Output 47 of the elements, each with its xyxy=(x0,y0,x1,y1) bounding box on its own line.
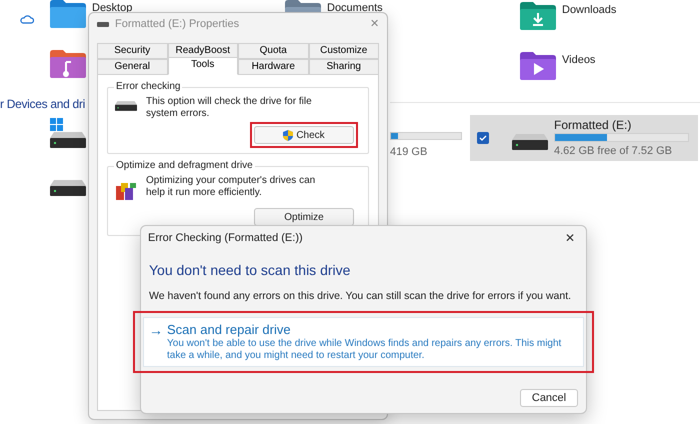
option-title: Scan and repair drive xyxy=(167,322,292,338)
folder-icon xyxy=(50,0,86,28)
cloud-icon xyxy=(20,14,34,24)
tab[interactable]: Security xyxy=(97,43,168,59)
folder-label[interactable]: Documents xyxy=(327,2,383,14)
scan-option[interactable]: → Scan and repair drive You won't be able to use the drive while Windows finds and repairs any errors. This might take a while, and you might need to restart your computer. xyxy=(143,316,584,367)
window-title: Formatted (E:) Properties xyxy=(115,16,240,32)
drive-icon xyxy=(50,132,86,148)
drive-icon xyxy=(97,22,109,26)
folder-label[interactable]: Desktop xyxy=(92,2,132,14)
section-heading: r Devices and dri xyxy=(0,96,85,113)
arrow-glyph: → xyxy=(149,322,163,340)
drive-name: Formatted (E:) xyxy=(554,118,632,132)
group-description: Optimizing your computer's drives can help it run more efficiently. xyxy=(146,175,316,199)
group-title: Optimize and defragment drive xyxy=(115,160,254,172)
tab[interactable]: Sharing xyxy=(308,59,379,75)
cancel-button[interactable]: Cancel xyxy=(520,389,578,407)
drive-icon xyxy=(512,134,548,150)
action-button[interactable]: Check xyxy=(254,126,354,144)
dialog-title: Error Checking (Formatted (E:)) xyxy=(148,230,303,246)
music-folder-icon xyxy=(50,50,86,78)
group-description: This option will check the drive for file system errors. xyxy=(146,96,313,120)
checkbox[interactable] xyxy=(477,132,489,144)
windows-logo-icon xyxy=(50,118,63,131)
action-button[interactable]: Optimize xyxy=(254,208,354,226)
drive-icon xyxy=(115,101,137,111)
tab[interactable]: Quota xyxy=(238,43,308,59)
defragment-icon xyxy=(115,180,137,202)
tab[interactable]: Tools xyxy=(168,57,238,75)
dialog-message: We haven't found any errors on this drive. You can still scan the drive for errors if you want. xyxy=(149,289,572,304)
group-title: Error checking xyxy=(115,81,182,93)
tab[interactable]: Customize xyxy=(308,43,379,59)
checkmark-icon xyxy=(479,135,487,141)
option-description: You won't be able to use the drive while Windows finds and repairs any errors. This might take a while, and you might need to restart your computer. xyxy=(167,338,562,362)
folder-label[interactable]: Videos xyxy=(562,54,596,66)
drive-tile[interactable]: Formatted (E:) 4.62 GB free of 7.52 GB xyxy=(470,115,698,161)
dialog-heading: You don't need to scan this drive xyxy=(149,261,352,280)
tab[interactable]: General xyxy=(97,59,168,75)
close-button[interactable]: ✕ xyxy=(565,229,575,247)
drive-icon xyxy=(50,180,86,196)
video-folder-icon xyxy=(520,52,556,80)
tab[interactable]: Hardware xyxy=(238,59,308,75)
folder-label[interactable]: Downloads xyxy=(562,4,616,16)
drive-space: 419 GB xyxy=(390,145,428,160)
drive-tile[interactable] xyxy=(50,180,86,196)
shield-icon xyxy=(283,130,294,140)
drive-space: 4.62 GB free of 7.52 GB xyxy=(554,144,674,158)
